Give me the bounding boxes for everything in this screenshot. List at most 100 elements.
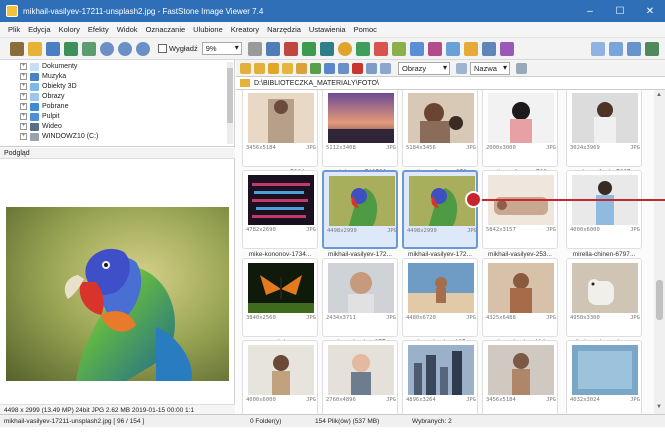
tree-item-wideo[interactable]: + Wideo	[20, 122, 62, 131]
sort-order-icon[interactable]	[516, 62, 527, 74]
menu-kolory[interactable]: Kolory	[59, 25, 80, 34]
crop-icon[interactable]	[283, 41, 298, 56]
close-button[interactable]: ✕	[635, 0, 665, 22]
expand-icon[interactable]: +	[20, 133, 27, 140]
scroll-down-icon[interactable]: ▼	[656, 404, 662, 410]
thumbnail-card[interactable]: 4480x6720 JPG	[402, 258, 478, 337]
forward-icon[interactable]	[254, 62, 265, 74]
zoom-out-icon[interactable]	[118, 41, 132, 56]
filter-combo[interactable]: Obrazy	[398, 61, 450, 75]
expand-icon[interactable]: +	[20, 63, 27, 70]
color-icon[interactable]	[319, 41, 334, 56]
rotate-icon[interactable]	[247, 41, 262, 56]
address-path[interactable]: D:\BIBLIOTECZKA_MATERIALY\FOTO\	[254, 80, 379, 87]
checkbox-icon[interactable]	[158, 44, 167, 53]
menu-ulubione[interactable]: Ulubione	[193, 25, 223, 34]
minimize-button[interactable]: –	[575, 0, 605, 22]
thumbnail-card[interactable]: 4032x3024 JPG	[566, 340, 642, 414]
sort-combo[interactable]: Nazwa	[470, 61, 510, 75]
delete-icon[interactable]	[352, 62, 363, 74]
thumbnail-card[interactable]: 5842x3157 JPG	[482, 170, 558, 249]
draw-icon[interactable]	[427, 41, 442, 56]
tree-item-drive-c[interactable]: + WINDOWZ10 (C:)	[20, 132, 98, 141]
select-all-icon[interactable]	[366, 62, 377, 74]
address-bar[interactable]: D:\BIBLIOTECZKA_MATERIALY\FOTO\	[236, 76, 665, 90]
thumbnail-card[interactable]: 4950x3300 JPG	[566, 258, 642, 337]
menu-plik[interactable]: Plik	[8, 25, 20, 34]
sort-icon[interactable]	[456, 62, 467, 74]
menu-pomoc[interactable]: Pomoc	[354, 25, 377, 34]
red-eye-icon[interactable]	[373, 41, 388, 56]
clone-icon[interactable]	[391, 41, 406, 56]
thumbnail-card[interactable]: 5184x3456 JPG	[402, 90, 478, 167]
thumbnail-filename[interactable]: mirella-chinen-6797...	[564, 251, 644, 258]
expand-icon[interactable]: +	[20, 113, 27, 120]
thumbnail-card[interactable]: 3024x3969 JPG	[566, 90, 642, 167]
thumbnail-card[interactable]: 4896x3264 JPG	[402, 340, 478, 414]
tree-item-dokumenty[interactable]: + Dokumenty	[20, 62, 77, 71]
tree-scroll-thumb[interactable]	[227, 68, 233, 123]
expand-icon[interactable]: +	[20, 103, 27, 110]
save-as-icon[interactable]	[64, 41, 78, 56]
scroll-up-icon[interactable]: ▲	[656, 92, 662, 98]
menu-edycja[interactable]: Edycja	[28, 25, 51, 34]
thumbnail-card[interactable]: 4000x6000 JPG	[242, 340, 318, 414]
tree-scrollbar[interactable]	[227, 62, 233, 144]
grid-scrollbar[interactable]: ▲ ▼	[654, 90, 665, 414]
thumbnail-card[interactable]: 2434x3711 JPG	[322, 258, 398, 337]
tree-item-obrazy[interactable]: + Obrazy	[20, 92, 65, 101]
compare-icon[interactable]	[445, 41, 460, 56]
thumbnail-filename[interactable]: mikhail-vasilyev-253...	[480, 251, 560, 258]
effects-icon[interactable]	[355, 41, 370, 56]
expand-icon[interactable]: +	[20, 83, 27, 90]
zoom-combo[interactable]: 9%	[201, 42, 242, 55]
maximize-button[interactable]: ☐	[605, 0, 635, 22]
thumbnail-card[interactable]: 3456x5184 JPG	[482, 340, 558, 414]
sun-icon[interactable]	[337, 41, 352, 56]
thumbnail-card[interactable]: 2760x4896 JPG	[322, 340, 398, 414]
grid-scroll-thumb[interactable]	[656, 280, 663, 320]
thumbnail-card[interactable]: 4498x2999 JPG	[402, 170, 478, 249]
thumbnail-card[interactable]: 4325x6488 JPG	[482, 258, 558, 337]
favorites-icon[interactable]	[296, 62, 307, 74]
tree-item-pobrane[interactable]: + Pobrane	[20, 102, 68, 111]
menu-widok[interactable]: Widok	[117, 25, 138, 34]
expand-icon[interactable]: +	[20, 123, 27, 130]
text-icon[interactable]	[409, 41, 424, 56]
zoom-in-icon[interactable]	[100, 41, 114, 56]
menu-oznaczanie[interactable]: Oznaczanie	[146, 25, 186, 34]
browse-icon[interactable]	[10, 41, 24, 56]
smooth-checkbox[interactable]: Wygładź	[158, 44, 198, 53]
thumbnail-card[interactable]: 4498x2999 JPG	[322, 170, 398, 249]
refresh-icon[interactable]	[310, 62, 321, 74]
menu-ustawienia[interactable]: Ustawienia	[309, 25, 346, 34]
thumbnail-filename[interactable]: mikhail-vasilyev-172...	[320, 251, 400, 258]
slideshow-icon[interactable]	[463, 41, 478, 56]
thumbnail-card[interactable]: 4000x6000 JPG	[566, 170, 642, 249]
settings-icon[interactable]	[499, 41, 514, 56]
tree-item-obiekty-3d[interactable]: + Obiekty 3D	[20, 82, 77, 91]
layout3-icon[interactable]	[627, 41, 641, 56]
thumbnail-card[interactable]: 3456x5184 JPG	[242, 90, 318, 167]
back-icon[interactable]	[240, 62, 251, 74]
thumbnail-filename[interactable]: mikhail-vasilyev-172...	[400, 251, 480, 258]
layout2-icon[interactable]	[609, 41, 623, 56]
thumbnail-card[interactable]: 5112x3408 JPG	[322, 90, 398, 167]
tree-item-pulpit[interactable]: + Pulpit	[20, 112, 60, 121]
layout1-icon[interactable]	[591, 41, 605, 56]
tree-item-muzyka[interactable]: + Muzyka	[20, 72, 66, 81]
up-folder-icon[interactable]	[268, 62, 279, 74]
email-icon[interactable]	[481, 41, 496, 56]
fullscreen-icon[interactable]	[645, 41, 659, 56]
menu-efekty[interactable]: Efekty	[88, 25, 109, 34]
save-icon[interactable]	[46, 41, 60, 56]
folder-icon[interactable]	[282, 62, 293, 74]
thumbnail-filename[interactable]: mike-kononov-1734...	[240, 251, 320, 258]
copy-icon[interactable]	[324, 62, 335, 74]
resize-icon[interactable]	[301, 41, 316, 56]
print-icon[interactable]	[82, 41, 96, 56]
flip-icon[interactable]	[265, 41, 280, 56]
actual-size-icon[interactable]	[136, 41, 150, 56]
thumbnail-card[interactable]: 3840x2560 JPG	[242, 258, 318, 337]
thumbnail-card[interactable]: 2000x3000 JPG	[482, 90, 558, 167]
